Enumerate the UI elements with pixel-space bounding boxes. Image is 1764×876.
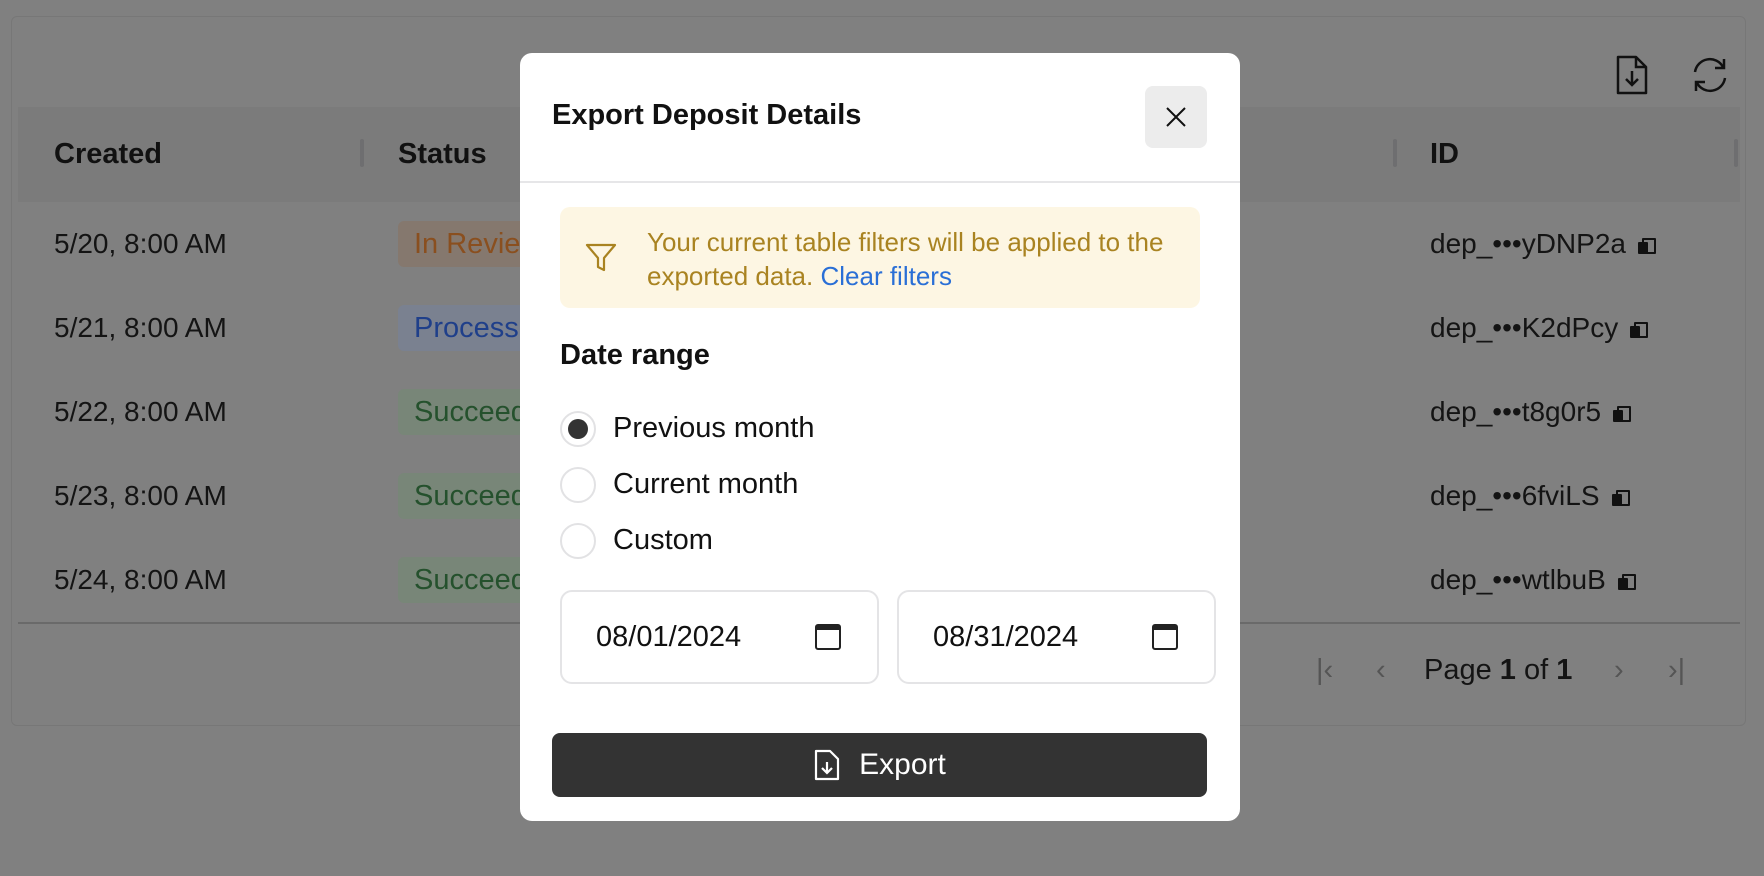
filters-alert: Your current table filters will be appli…	[560, 207, 1200, 308]
id-cell: dep_•••wtlbuB	[1430, 564, 1636, 596]
download-button[interactable]	[1610, 53, 1654, 97]
created-cell: 5/24, 8:00 AM	[54, 564, 227, 595]
column-created[interactable]: Created	[54, 107, 162, 202]
close-icon	[1166, 107, 1186, 127]
export-modal: Export Deposit Details Your current tabl…	[520, 53, 1240, 821]
created-cell: 5/23, 8:00 AM	[54, 480, 227, 511]
calendar-icon[interactable]	[1152, 624, 1178, 650]
option-custom-label[interactable]: Custom	[613, 524, 713, 557]
radio-custom[interactable]	[560, 523, 596, 559]
page-word: Page	[1424, 654, 1492, 686]
radio-previous-month[interactable]	[560, 411, 596, 447]
calendar-icon[interactable]	[815, 624, 841, 650]
end-date-input[interactable]: 08/31/2024	[897, 590, 1216, 684]
modal-title: Export Deposit Details	[552, 99, 862, 131]
copy-icon[interactable]	[1630, 321, 1649, 338]
id-text: dep_•••K2dPcy	[1430, 312, 1619, 343]
refresh-button[interactable]	[1688, 53, 1732, 97]
export-button[interactable]: Export	[552, 733, 1207, 797]
start-date-value: 08/01/2024	[596, 621, 742, 653]
clear-filters-link[interactable]: Clear filters	[820, 261, 951, 291]
of-word: of	[1524, 654, 1549, 686]
file-download-icon	[815, 749, 840, 781]
option-current-month-label[interactable]: Current month	[613, 468, 798, 501]
column-status[interactable]: Status	[398, 107, 487, 202]
copy-icon[interactable]	[1637, 237, 1656, 254]
file-download-icon	[1616, 55, 1648, 95]
next-page-icon[interactable]: ›	[1614, 654, 1624, 687]
column-resizer[interactable]	[1393, 139, 1397, 167]
close-button[interactable]	[1145, 86, 1207, 148]
copy-icon[interactable]	[1613, 405, 1632, 422]
id-cell: dep_•••yDNP2a	[1430, 228, 1656, 260]
id-cell: dep_•••t8g0r5	[1430, 396, 1632, 428]
id-text: dep_•••wtlbuB	[1430, 564, 1606, 595]
first-page-icon[interactable]: |‹	[1316, 654, 1333, 687]
export-label: Export	[859, 748, 946, 781]
end-date-value: 08/31/2024	[933, 621, 1079, 653]
header-divider	[520, 181, 1240, 183]
column-id[interactable]: ID	[1430, 107, 1459, 202]
created-cell: 5/21, 8:00 AM	[54, 312, 227, 343]
filter-icon	[585, 243, 617, 272]
id-cell: dep_•••6fviLS	[1430, 480, 1630, 512]
column-resizer[interactable]	[1734, 139, 1738, 167]
prev-page-icon[interactable]: ‹	[1376, 654, 1386, 687]
id-text: dep_•••6fviLS	[1430, 480, 1600, 511]
total-pages: 1	[1556, 654, 1573, 686]
refresh-icon	[1693, 57, 1727, 93]
created-cell: 5/20, 8:00 AM	[54, 228, 227, 259]
date-range-label: Date range	[560, 339, 710, 371]
created-cell: 5/22, 8:00 AM	[54, 396, 227, 427]
id-text: dep_•••t8g0r5	[1430, 396, 1602, 427]
last-page-icon[interactable]: ›|	[1668, 654, 1685, 687]
copy-icon[interactable]	[1611, 489, 1630, 506]
id-cell: dep_•••K2dPcy	[1430, 312, 1649, 344]
column-resizer[interactable]	[360, 139, 364, 167]
radio-current-month[interactable]	[560, 467, 596, 503]
copy-icon[interactable]	[1617, 573, 1636, 590]
current-page: 1	[1499, 654, 1516, 686]
option-previous-month-label[interactable]: Previous month	[613, 412, 815, 445]
start-date-input[interactable]: 08/01/2024	[560, 590, 879, 684]
id-text: dep_•••yDNP2a	[1430, 228, 1626, 259]
page-indicator: Page 1 of 1	[1424, 654, 1572, 687]
